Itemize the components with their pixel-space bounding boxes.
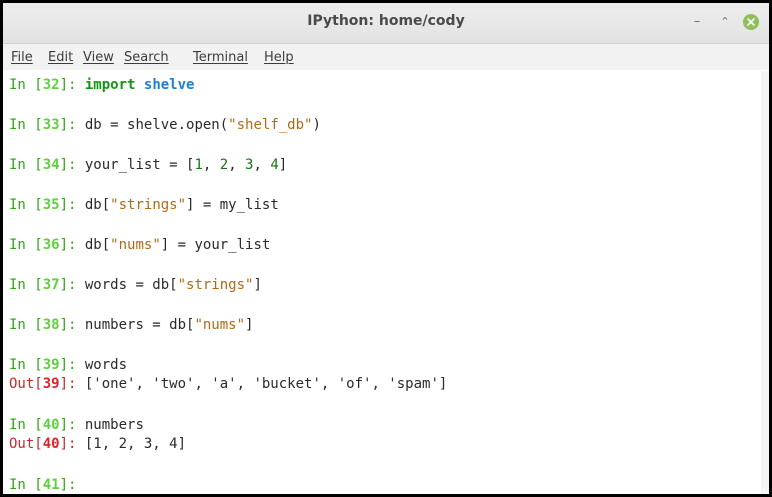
output-line: Out[39]: ['one', 'two', 'a', 'bucket', '… — [9, 375, 447, 394]
input-line: In [41]: — [9, 476, 85, 494]
close-glyph-icon — [747, 18, 755, 26]
input-line: In [33]: db = shelve.open("shelf_db") — [9, 116, 321, 135]
close-icon[interactable] — [743, 14, 759, 30]
in-prompt-prefix: In [ — [9, 317, 43, 333]
in-prompt-prefix: In [ — [9, 197, 43, 213]
in-prompt-prefix: In [ — [9, 277, 43, 293]
in-prompt-number: 37 — [42, 277, 60, 293]
in-prompt-number: 34 — [42, 157, 60, 173]
in-prompt-number: 38 — [42, 317, 60, 333]
menu-terminal[interactable]: Terminal — [193, 50, 248, 65]
in-prompt-prefix: In [ — [9, 417, 43, 433]
code-token: shelve — [143, 77, 195, 93]
in-prompt-number: 32 — [42, 77, 60, 93]
code-token: db[ — [84, 197, 111, 213]
window-title: IPython: home/cody — [307, 13, 465, 29]
in-prompt-prefix: In [ — [9, 117, 43, 133]
scrollbar[interactable] — [761, 71, 769, 494]
input-line: In [39]: words — [9, 356, 127, 375]
in-prompt-prefix: In [ — [9, 237, 43, 253]
input-line: In [40]: numbers — [9, 416, 144, 435]
menu-help[interactable]: Help — [264, 50, 294, 65]
input-line: In [35]: db["strings"] = my_list — [9, 196, 279, 215]
menu-bar: File Edit View Search Terminal Help — [3, 44, 769, 70]
out-prompt-number: 40 — [42, 436, 60, 452]
in-prompt-suffix: ]: — [59, 277, 85, 293]
code-token: ] = my_list — [186, 197, 279, 213]
code-token: "shelf_db" — [228, 117, 313, 133]
minimize-icon[interactable]: – — [687, 12, 707, 32]
code-token: ] — [245, 317, 254, 333]
code-token: , — [228, 157, 246, 173]
code-token: "strings" — [177, 277, 254, 293]
in-prompt-prefix: In [ — [9, 77, 43, 93]
code-token: "strings" — [110, 197, 187, 213]
out-prompt-suffix: ]: — [59, 436, 85, 452]
in-prompt-number: 39 — [42, 357, 60, 373]
out-prompt-prefix: Out[ — [9, 436, 43, 452]
output-line: Out[40]: [1, 2, 3, 4] — [9, 435, 186, 454]
code-token: words — [84, 357, 128, 373]
code-token: numbers — [84, 417, 144, 433]
code-token: 1 — [194, 157, 203, 173]
code-token: numbers = db[ — [84, 317, 195, 333]
output-text: ['one', 'two', 'a', 'bucket', 'of', 'spa… — [84, 376, 448, 392]
menu-search[interactable]: Search — [124, 50, 169, 65]
code-token: db = shelve.open( — [84, 117, 229, 133]
code-token: "nums" — [110, 237, 161, 253]
code-token: ] — [278, 157, 288, 173]
input-line: In [36]: db["nums"] = your_list — [9, 236, 270, 255]
menu-edit[interactable]: Edit — [48, 50, 73, 65]
input-line: In [32]: import shelve — [9, 76, 194, 95]
in-prompt-suffix: ]: — [59, 477, 85, 493]
out-prompt-number: 39 — [42, 376, 60, 392]
code-token: import — [84, 77, 136, 93]
terminal-window: IPython: home/cody – ⌃ File Edit View Se… — [0, 0, 772, 497]
code-token: "nums" — [194, 317, 246, 333]
input-line: In [34]: your_list = [1, 2, 3, 4] — [9, 156, 287, 175]
out-prompt-suffix: ]: — [59, 376, 85, 392]
code-token: db[ — [84, 237, 111, 253]
code-token: your_list = [ — [84, 157, 195, 173]
menu-view[interactable]: View — [83, 50, 114, 65]
input-line: In [37]: words = db["strings"] — [9, 276, 262, 295]
in-prompt-suffix: ]: — [59, 357, 85, 373]
menu-file[interactable]: File — [11, 50, 33, 65]
maximize-icon[interactable]: ⌃ — [715, 12, 735, 32]
in-prompt-number: 40 — [42, 417, 60, 433]
in-prompt-suffix: ]: — [59, 417, 85, 433]
terminal-output[interactable]: In [32]: import shelve In [33]: db = shel… — [3, 71, 769, 494]
in-prompt-number: 36 — [42, 237, 60, 253]
in-prompt-number: 35 — [42, 197, 60, 213]
in-prompt-number: 41 — [42, 477, 60, 493]
code-token: ] — [253, 277, 262, 293]
code-token: ] = your_list — [160, 237, 271, 253]
in-prompt-prefix: In [ — [9, 357, 43, 373]
input-line: In [38]: numbers = db["nums"] — [9, 316, 253, 335]
code-token: 4 — [270, 157, 279, 173]
in-prompt-suffix: ]: — [59, 77, 85, 93]
code-token: , — [253, 157, 271, 173]
in-prompt-number: 33 — [42, 117, 60, 133]
code-token: , — [202, 157, 220, 173]
in-prompt-suffix: ]: — [59, 197, 85, 213]
in-prompt-suffix: ]: — [59, 117, 85, 133]
in-prompt-suffix: ]: — [59, 317, 85, 333]
in-prompt-prefix: In [ — [9, 157, 43, 173]
code-token: words = db[ — [84, 277, 178, 293]
output-text: [1, 2, 3, 4] — [84, 436, 187, 452]
in-prompt-suffix: ]: — [59, 157, 85, 173]
code-token: 2 — [219, 157, 229, 173]
out-prompt-prefix: Out[ — [9, 376, 43, 392]
in-prompt-prefix: In [ — [9, 477, 43, 493]
title-bar[interactable]: IPython: home/cody – ⌃ — [3, 3, 769, 44]
code-token: ) — [312, 117, 321, 133]
in-prompt-suffix: ]: — [59, 237, 85, 253]
